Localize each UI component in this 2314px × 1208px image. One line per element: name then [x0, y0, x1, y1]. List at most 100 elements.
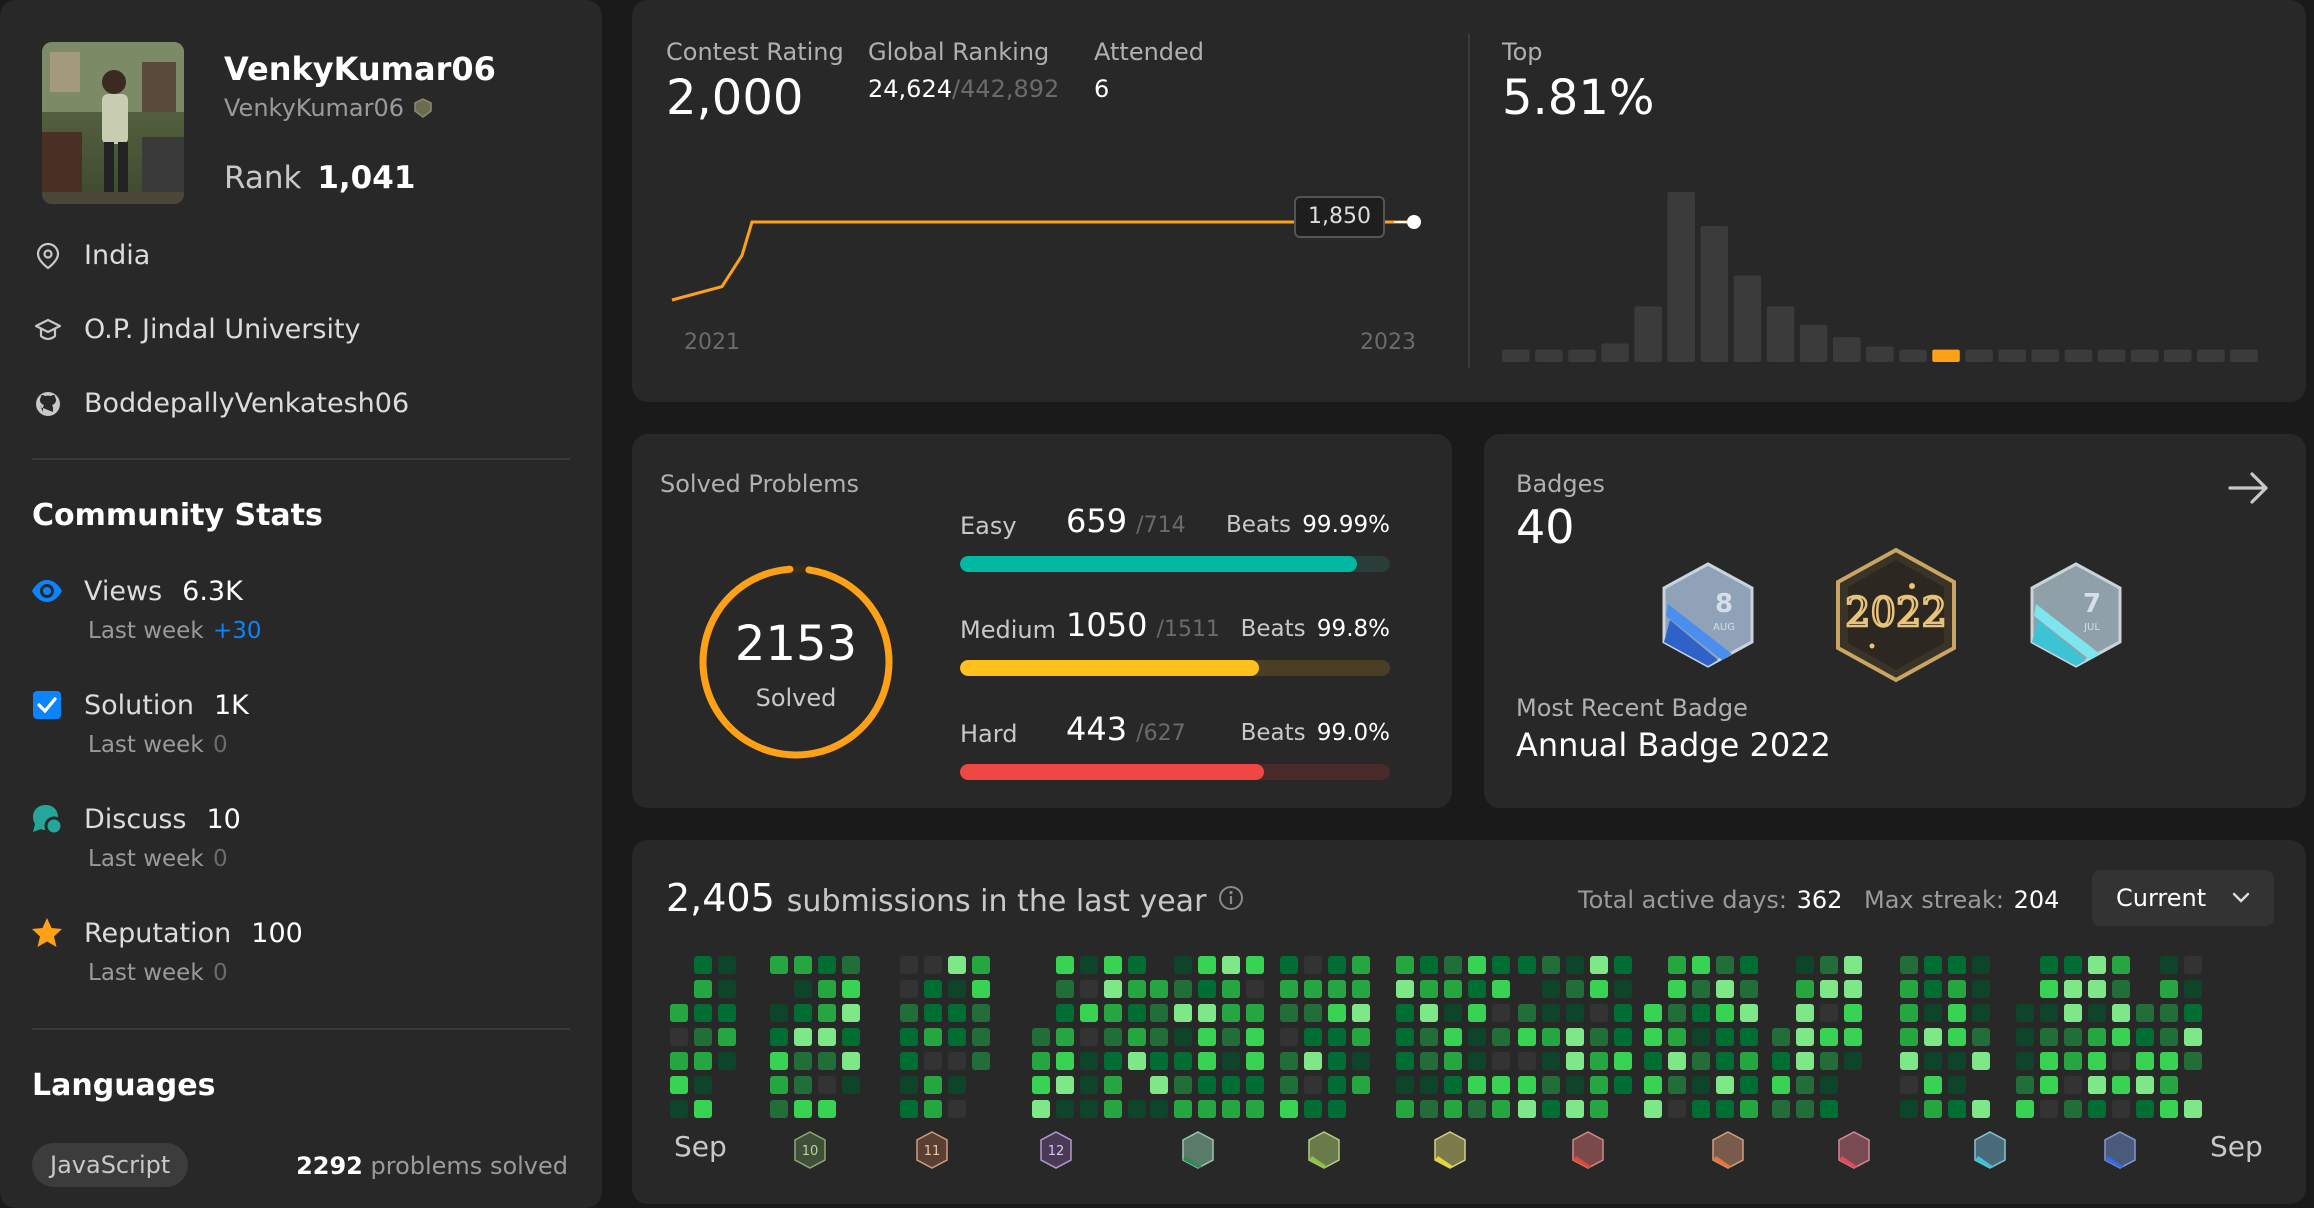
- heatmap-cell: [2160, 980, 2178, 998]
- heatmap-cell: [1518, 1100, 1536, 1118]
- heatmap-cell: [1080, 1076, 1098, 1094]
- year-dropdown[interactable]: Current: [2092, 870, 2274, 926]
- heatmap-cell: [2040, 1028, 2058, 1046]
- solved-total: 2153: [734, 616, 858, 672]
- heatmap-cell: [1128, 1004, 1146, 1022]
- heatmap-cell: [1692, 1052, 1710, 1070]
- badges-arrow-icon[interactable]: [2226, 468, 2272, 508]
- heatmap-cell: [2136, 1100, 2154, 1118]
- heatmap-cell: [1820, 1076, 1838, 1094]
- heatmap-cell: [1352, 980, 1370, 998]
- svg-text:8: 8: [1715, 589, 1733, 619]
- heatmap-cell: [842, 1076, 860, 1094]
- medium-total: /1511: [1156, 617, 1220, 642]
- distribution-bar: [2197, 349, 2225, 362]
- heatmap-cell: [2040, 956, 2058, 974]
- heatmap-cell: [1150, 1076, 1168, 1094]
- heatmap-cell: [670, 1076, 688, 1094]
- monthly-badge-jul-icon: [1972, 1130, 2008, 1170]
- heatmap-cell: [1150, 1004, 1168, 1022]
- submission-heatmap[interactable]: [632, 952, 2306, 1132]
- heatmap-cell: [900, 980, 918, 998]
- distribution-chart[interactable]: [1502, 180, 2282, 365]
- heatmap-cell: [1198, 980, 1216, 998]
- heatmap-cell: [1174, 1076, 1192, 1094]
- most-recent-badge-label: Most Recent Badge: [1516, 694, 1748, 722]
- heatmap-cell: [2016, 1076, 2034, 1094]
- heatmap-cell: [1280, 1076, 1298, 1094]
- heatmap-cell: [1444, 1028, 1462, 1046]
- last-week-label: Last week: [88, 846, 204, 872]
- heatmap-cell: [1150, 980, 1168, 998]
- medium-label: Medium: [960, 616, 1056, 644]
- heatmap-cell: [972, 1052, 990, 1070]
- heatmap-cell: [818, 956, 836, 974]
- badge-aug-icon[interactable]: 8 AUG: [1656, 560, 1760, 670]
- heatmap-cell: [972, 956, 990, 974]
- views-last-week: +30: [212, 618, 262, 644]
- heatmap-cell: [1820, 1100, 1838, 1118]
- submissions-suffix: submissions in the last year: [786, 884, 1207, 919]
- heatmap-cell: [1542, 1100, 1560, 1118]
- heatmap-cell: [1644, 1004, 1662, 1022]
- heatmap-cell: [2088, 1052, 2106, 1070]
- heatmap-cell: [1056, 1004, 1074, 1022]
- heatmap-cell: [1444, 1100, 1462, 1118]
- heatmap-cell: [1032, 1100, 1050, 1118]
- heatmap-cell: [1716, 1028, 1734, 1046]
- heatmap-cell: [818, 1100, 836, 1118]
- heatmap-cell: [1614, 1076, 1632, 1094]
- hard-progress-track: [960, 764, 1390, 780]
- heatmap-cell: [1104, 1076, 1122, 1094]
- heatmap-cell: [1280, 956, 1298, 974]
- stat-solution: Solution 1K Last week 0: [30, 688, 570, 758]
- medium-solved: 1050: [1066, 606, 1148, 644]
- heatmap-cell: [1566, 1076, 1584, 1094]
- heatmap-cell: [1304, 1100, 1322, 1118]
- heatmap-cell: [670, 1004, 688, 1022]
- heatmap-cell: [670, 1100, 688, 1118]
- badges-card: Badges 40 8 AUG 2022 7 JUL Most Recent B…: [1484, 434, 2306, 808]
- heatmap-cell: [1032, 1076, 1050, 1094]
- heatmap-cell: [1328, 1052, 1346, 1070]
- heatmap-cell: [694, 1076, 712, 1094]
- heatmap-cell: [2160, 1052, 2178, 1070]
- heatmap-cell: [1518, 956, 1536, 974]
- distribution-bar: [1502, 349, 1530, 362]
- eye-icon: [30, 574, 64, 608]
- heatmap-cell: [1222, 1052, 1240, 1070]
- heatmap-cell: [1590, 980, 1608, 998]
- heatmap-cell: [1128, 956, 1146, 974]
- monthly-badge-feb-icon: [1306, 1130, 1342, 1170]
- heatmap-cell: [670, 1028, 688, 1046]
- heatmap-cell: [2112, 980, 2130, 998]
- heatmap-cell: [1716, 980, 1734, 998]
- badge-annual-2022-icon[interactable]: 2022: [1832, 546, 1960, 684]
- monthly-badge-oct-icon: 10: [792, 1130, 828, 1170]
- language-tag-javascript[interactable]: JavaScript: [32, 1143, 189, 1187]
- heatmap-cell: [694, 980, 712, 998]
- heatmap-cell: [1566, 1100, 1584, 1118]
- star-icon: [30, 916, 64, 950]
- heatmap-cell: [948, 1052, 966, 1070]
- heatmap-cell: [794, 1004, 812, 1022]
- heatmap-cell: [694, 1052, 712, 1070]
- distribution-bar: [1799, 324, 1828, 362]
- avatar[interactable]: [42, 42, 184, 204]
- badge-jul-icon[interactable]: 7 JUL: [2024, 560, 2128, 670]
- heatmap-cell: [1304, 1028, 1322, 1046]
- location-text: India: [84, 240, 151, 271]
- github-link[interactable]: BoddepallyVenkatesh06: [84, 388, 409, 419]
- heatmap-cell: [948, 1100, 966, 1118]
- heatmap-cell: [2064, 1076, 2082, 1094]
- heatmap-cell: [1328, 980, 1346, 998]
- rating-latest-point[interactable]: [1407, 215, 1421, 229]
- heatmap-cell: [1668, 980, 1686, 998]
- distribution-bar-highlight: [1932, 349, 1960, 362]
- beats-label: Beats: [1240, 720, 1306, 746]
- heatmap-cell: [794, 1100, 812, 1118]
- heatmap-cell: [948, 980, 966, 998]
- info-icon[interactable]: [1218, 885, 1244, 911]
- heatmap-cell: [1542, 1028, 1560, 1046]
- heatmap-cell: [900, 1100, 918, 1118]
